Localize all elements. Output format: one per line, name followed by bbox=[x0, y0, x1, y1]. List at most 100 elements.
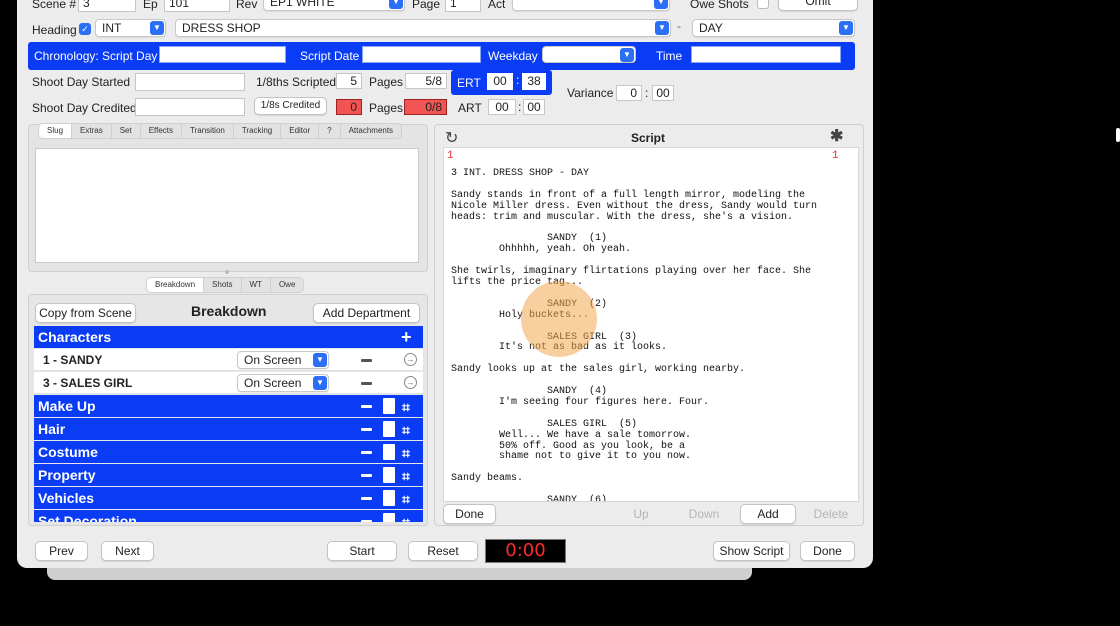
add-character-icon[interactable]: + bbox=[401, 326, 412, 348]
owe-shots-checkbox[interactable] bbox=[757, 0, 769, 9]
art-seconds[interactable]: 00 bbox=[523, 99, 545, 115]
remove-icon[interactable] bbox=[361, 382, 372, 385]
variance-seconds[interactable]: 00 bbox=[652, 85, 674, 101]
eighths-credited-button[interactable]: 1/8s Credited bbox=[254, 97, 327, 115]
next-button[interactable]: Next bbox=[101, 541, 154, 561]
tab-breakdown[interactable]: Breakdown bbox=[147, 278, 205, 292]
tab-shots[interactable]: Shots bbox=[204, 278, 242, 292]
tab-attachments[interactable]: Attachments bbox=[341, 124, 401, 138]
split-handle[interactable] bbox=[225, 270, 229, 274]
shoot-day-started-field[interactable] bbox=[135, 73, 245, 91]
tab-help[interactable]: ? bbox=[319, 124, 341, 138]
act-label: Act bbox=[488, 0, 506, 11]
int-ext-popup[interactable]: INT ▼ bbox=[95, 19, 166, 37]
page-field[interactable]: 1 bbox=[445, 0, 481, 12]
tab-editor[interactable]: Editor bbox=[281, 124, 320, 138]
add-department-button[interactable]: Add Department bbox=[313, 303, 420, 323]
script-date-field[interactable] bbox=[362, 46, 481, 63]
add-item-icon[interactable]: ⌗ bbox=[402, 488, 410, 510]
delete-button[interactable]: Delete bbox=[803, 504, 859, 524]
ert-minutes[interactable]: 00 bbox=[487, 73, 513, 90]
prev-button[interactable]: Prev bbox=[35, 541, 88, 561]
arrow-right-circle-icon[interactable]: → bbox=[404, 353, 417, 366]
tab-transition[interactable]: Transition bbox=[182, 124, 234, 138]
notepad-icon[interactable] bbox=[383, 444, 395, 460]
heading-checkbox[interactable]: ✓ bbox=[79, 23, 91, 35]
tab-owe[interactable]: Owe bbox=[271, 278, 303, 292]
top-tab-bar: Slug Extras Set Effects Transition Track… bbox=[38, 123, 403, 139]
tab-effects[interactable]: Effects bbox=[141, 124, 183, 138]
act-popup[interactable]: ▼ bbox=[512, 0, 670, 11]
add-item-icon[interactable]: ⌗ bbox=[402, 396, 410, 418]
department-row[interactable]: Property ⌗ bbox=[34, 464, 423, 486]
variance-minutes[interactable]: 0 bbox=[616, 85, 642, 101]
department-row[interactable]: Hair ⌗ bbox=[34, 418, 423, 440]
notepad-icon[interactable] bbox=[383, 398, 395, 414]
script-date-label: Script Date bbox=[300, 49, 360, 63]
chevron-down-icon: ▼ bbox=[655, 21, 669, 35]
notepad-icon[interactable] bbox=[383, 467, 395, 483]
tab-tracking[interactable]: Tracking bbox=[234, 124, 282, 138]
script-text-area[interactable]: 1 1 3 INT. DRESS SHOP - DAY Sandy stands … bbox=[443, 147, 859, 502]
done-button[interactable]: Done bbox=[800, 541, 855, 561]
remove-icon[interactable] bbox=[361, 520, 372, 522]
notepad-icon[interactable] bbox=[383, 513, 395, 522]
heading-separator: - bbox=[677, 19, 681, 33]
remove-icon[interactable] bbox=[361, 497, 372, 500]
remove-icon[interactable] bbox=[361, 451, 372, 454]
refresh-icon[interactable]: ↻ bbox=[445, 128, 458, 148]
script-line: SANDY (4) bbox=[451, 386, 608, 397]
remove-icon[interactable] bbox=[361, 474, 372, 477]
time-of-day-popup[interactable]: DAY ▼ bbox=[692, 19, 855, 37]
remove-icon[interactable] bbox=[361, 359, 372, 362]
department-row[interactable]: Set Decoration ⌗ bbox=[34, 510, 423, 522]
shoot-day-credited-field[interactable] bbox=[135, 98, 245, 116]
rev-value: EP1 WHITE bbox=[270, 0, 335, 9]
tab-slug[interactable]: Slug bbox=[39, 124, 73, 138]
character-status-popup[interactable]: On Screen ▼ bbox=[237, 351, 329, 369]
department-row[interactable]: Costume ⌗ bbox=[34, 441, 423, 463]
add-button[interactable]: Add bbox=[740, 504, 796, 524]
ert-seconds[interactable]: 38 bbox=[522, 73, 546, 90]
notepad-icon[interactable] bbox=[383, 490, 395, 506]
location-popup[interactable]: DRESS SHOP ▼ bbox=[175, 19, 671, 37]
add-item-icon[interactable]: ⌗ bbox=[402, 442, 410, 464]
time-field[interactable] bbox=[691, 46, 841, 63]
department-row[interactable]: Vehicles ⌗ bbox=[34, 487, 423, 509]
tab-extras[interactable]: Extras bbox=[72, 124, 112, 138]
ep-field[interactable]: 101 bbox=[164, 0, 230, 12]
character-row[interactable]: 3 - SALES GIRL On Screen ▼ → bbox=[34, 372, 423, 394]
character-row[interactable]: 1 - SANDY On Screen ▼ → bbox=[34, 349, 423, 371]
art-minutes[interactable]: 00 bbox=[488, 99, 516, 115]
copy-from-scene-button[interactable]: Copy from Scene bbox=[35, 303, 136, 323]
weekday-popup[interactable]: ▼ bbox=[542, 46, 636, 63]
scene-number-field[interactable]: 3 bbox=[78, 0, 136, 12]
rev-popup[interactable]: EP1 WHITE ▼ bbox=[263, 0, 405, 11]
add-item-icon[interactable]: ⌗ bbox=[402, 419, 410, 441]
show-script-button[interactable]: Show Script bbox=[713, 541, 790, 561]
pages-credited-label: Pages bbox=[369, 101, 404, 115]
add-item-icon[interactable]: ⌗ bbox=[402, 511, 410, 522]
remove-icon[interactable] bbox=[361, 405, 372, 408]
start-button[interactable]: Start bbox=[327, 541, 397, 561]
script-day-field[interactable] bbox=[159, 46, 286, 63]
chevron-down-icon: ▼ bbox=[313, 376, 327, 390]
down-button[interactable]: Down bbox=[676, 504, 732, 524]
reset-button[interactable]: Reset bbox=[408, 541, 478, 561]
omit-button[interactable]: Omit bbox=[778, 0, 858, 11]
eighths-scripted-field[interactable]: 5 bbox=[336, 73, 362, 89]
character-status-popup[interactable]: On Screen ▼ bbox=[237, 374, 329, 392]
eighths-credited-field[interactable]: 0 bbox=[336, 99, 362, 115]
tab-wt[interactable]: WT bbox=[242, 278, 271, 292]
department-row[interactable]: Make Up ⌗ bbox=[34, 395, 423, 417]
slug-text-area[interactable] bbox=[35, 148, 419, 263]
script-done-button[interactable]: Done bbox=[443, 504, 496, 524]
asterisk-icon[interactable]: ✱ bbox=[830, 126, 843, 146]
script-line: SANDY (1) bbox=[451, 233, 608, 245]
arrow-right-circle-icon[interactable]: → bbox=[404, 376, 417, 389]
tab-set[interactable]: Set bbox=[112, 124, 141, 138]
up-button[interactable]: Up bbox=[613, 504, 669, 524]
remove-icon[interactable] bbox=[361, 428, 372, 431]
notepad-icon[interactable] bbox=[383, 421, 395, 437]
add-item-icon[interactable]: ⌗ bbox=[402, 465, 410, 487]
